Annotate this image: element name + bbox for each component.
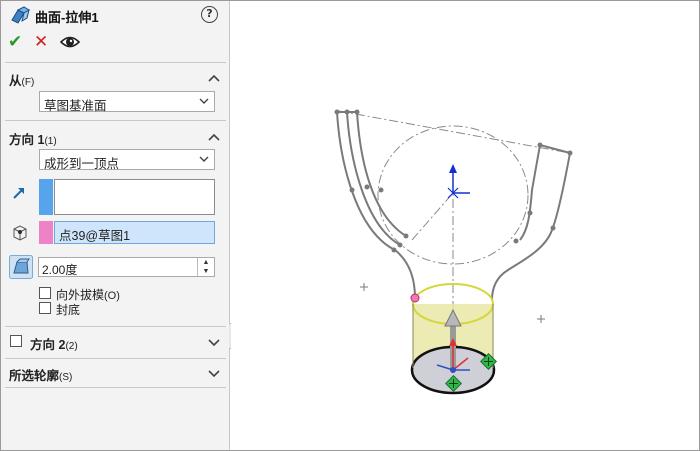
draft-outward-text: 向外拔模	[56, 288, 105, 302]
question-icon[interactable]: ?	[201, 6, 218, 23]
chevron-down-icon	[199, 156, 209, 162]
draft-outward-shortcut: (O)	[104, 290, 120, 302]
draft-toggle-icon[interactable]	[9, 255, 33, 279]
draft-angle-value: 2.00度	[42, 263, 78, 277]
chevron-up-icon[interactable]	[207, 132, 221, 142]
from-section-label: 从	[9, 74, 22, 88]
selected-contours-section-title[interactable]: 所选轮廓(S)	[9, 365, 72, 384]
vertex-selection-value: 点39@草图1	[59, 229, 131, 243]
selected-vertex[interactable]	[410, 293, 420, 303]
divider	[5, 326, 226, 327]
direction-arrow-icon[interactable]	[11, 185, 27, 201]
selected-contours-shortcut: (S)	[59, 372, 73, 383]
eye-icon[interactable]	[60, 32, 80, 52]
close-icon[interactable]: ✕	[34, 32, 48, 52]
direction1-section-label: 方向 1	[9, 133, 45, 147]
from-select[interactable]: 草图基准面	[39, 91, 215, 113]
divider	[5, 358, 226, 359]
vertex-icon	[13, 225, 27, 241]
check-icon[interactable]: ✔	[8, 32, 22, 52]
vertex-selection-field[interactable]: 点39@草图1	[54, 221, 215, 244]
chevron-up-icon[interactable]	[207, 73, 221, 83]
selection-color-swatch	[39, 221, 53, 244]
end-condition-select[interactable]: 成形到一顶点	[39, 149, 215, 171]
cap-end-label: 封底	[56, 303, 81, 317]
from-select-value: 草图基准面	[44, 99, 107, 113]
feature-title: 曲面-拉伸1	[35, 10, 99, 25]
graphics-viewport[interactable]	[231, 1, 699, 450]
feature-title-bar: 曲面-拉伸1 ?	[1, 1, 230, 29]
divider	[5, 62, 226, 63]
direction2-section-label: 方向 2	[30, 338, 66, 352]
direction-reference-list[interactable]	[54, 179, 215, 215]
divider	[5, 387, 226, 388]
draft-outward-checkbox[interactable]	[39, 287, 51, 299]
property-manager: 曲面-拉伸1 ? ✔ ✕ 从(F) 草图基准面 方向 1(1) 成形到一顶点 点…	[1, 1, 230, 450]
sketch-origin	[447, 164, 470, 199]
from-section-title[interactable]: 从(F)	[9, 70, 34, 89]
model-canvas[interactable]	[231, 1, 699, 450]
spin-down-icon[interactable]: ▼	[198, 267, 214, 276]
cap-end-checkbox[interactable]	[39, 302, 51, 314]
construction-line	[338, 110, 571, 154]
divider	[5, 120, 226, 121]
selected-contours-label: 所选轮廓	[9, 369, 60, 383]
from-section-shortcut: (F)	[21, 77, 35, 88]
direction1-section-shortcut: (1)	[44, 136, 57, 147]
surface-extrude-icon	[11, 6, 30, 24]
end-condition-value: 成形到一顶点	[44, 157, 120, 171]
direction2-section-shortcut: (2)	[65, 341, 78, 352]
chevron-down-icon	[199, 98, 209, 104]
direction1-section-title[interactable]: 方向 1(1)	[9, 129, 57, 148]
direction2-checkbox[interactable]	[10, 335, 22, 347]
draft-angle-input[interactable]: 2.00度	[38, 257, 215, 277]
spin-up-icon[interactable]: ▲	[198, 258, 214, 267]
selection-color-swatch	[39, 179, 53, 215]
chevron-down-icon[interactable]	[207, 337, 221, 347]
chevron-down-icon[interactable]	[207, 368, 221, 378]
direction2-section-title[interactable]: 方向 2(2)	[30, 334, 78, 353]
draft-angle-spinner[interactable]: ▲ ▼	[197, 258, 214, 276]
construction-line	[411, 192, 454, 241]
